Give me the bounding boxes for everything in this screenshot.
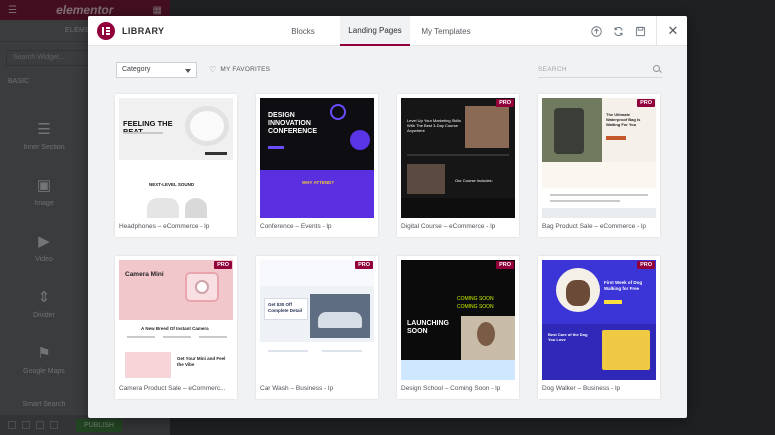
template-card-camera-sale[interactable]: PRO Camera Mini A New Breed Of Instant C… [115,256,237,399]
template-name: Conference – Events - lp [260,223,332,230]
thumb-heading-2: INNOVATION [268,120,311,127]
thumb-heading-1: DESIGN [268,112,295,119]
thumb-subheading: A New Breed Of Instant Camera [141,326,209,331]
thumb-heading: LAUNCHING SOON [407,320,449,335]
search-icon [653,65,660,72]
close-icon[interactable]: ✕ [667,23,679,38]
filter-toolbar: Category ♡ MY FAVORITES SEARCH [116,62,662,78]
library-brand: LIBRARY [97,21,165,40]
template-name: Camera Product Sale – eCommerc... [119,385,226,392]
pro-badge: PRO [637,99,655,107]
tab-blocks[interactable]: Blocks [280,16,326,46]
template-thumbnail: Level Up Your Marketing Skills With The … [401,98,515,218]
tab-landing-pages[interactable]: Landing Pages [340,16,410,46]
pro-badge: PRO [355,261,373,269]
pro-badge: PRO [214,261,232,269]
favorites-label: MY FAVORITES [220,66,271,73]
template-card-design-school[interactable]: PRO COMING SOON COMING SOON LAUNCHING SO… [397,256,519,399]
library-tabs: Blocks Landing Pages My Templates [280,16,476,46]
thumb-subheading: Our Course Includes: [455,178,493,183]
thumb-subheading: NEXT-LEVEL SOUND [149,182,195,187]
pro-badge: PRO [496,99,514,107]
thumb-subheading: Best Care of the Dog You Love [548,332,588,342]
template-card-conference[interactable]: DESIGN INNOVATION CONFERENCE WHY ATTEND?… [256,94,378,237]
chevron-down-icon [185,69,191,73]
template-thumbnail: DESIGN INNOVATION CONFERENCE WHY ATTEND? [260,98,374,218]
thumb-heading-3: CONFERENCE [268,128,318,135]
thumb-heading: Camera Mini [125,271,164,278]
my-favorites-filter[interactable]: ♡ MY FAVORITES [209,64,271,74]
modal-header: LIBRARY Blocks Landing Pages My Template… [88,16,687,46]
pro-badge: PRO [637,261,655,269]
thumb-marquee-2: COMING SOON [457,304,494,310]
screen: ☰ elementor ▦ ELEMENTS Search Widget... … [0,0,775,435]
template-search-input[interactable]: SEARCH [538,62,662,78]
heart-icon: ♡ [209,64,217,74]
library-modal: LIBRARY Blocks Landing Pages My Template… [88,16,687,418]
thumb-heading: Level Up Your Marketing Skills With The … [407,118,462,133]
template-name: Dog Walker – Business - lp [542,385,621,392]
template-card-bag-sale[interactable]: PRO The Ultimate Waterproof Bag Is Waiti… [538,94,660,237]
tab-my-templates[interactable]: My Templates [416,16,476,46]
header-divider [656,16,657,46]
template-name: Car Wash – Business - lp [260,385,334,392]
save-icon[interactable] [634,25,646,37]
thumb-marquee-1: COMING SOON [457,296,494,302]
template-card-digital-course[interactable]: PRO Level Up Your Marketing Skills With … [397,94,519,237]
template-thumbnail: COMING SOON COMING SOON LAUNCHING SOON [401,260,515,380]
template-thumbnail: The Ultimate Waterproof Bag Is Waiting F… [542,98,656,218]
header-actions: ✕ [590,16,679,46]
template-card-dog-walker[interactable]: PRO First Week of Dog Walking for Free B… [538,256,660,399]
template-card-headphones[interactable]: FEELING THE BEAT NEXT-LEVEL SOUND Headph… [115,94,237,237]
search-placeholder: SEARCH [538,66,567,73]
thumb-heading: First Week of Dog Walking for Free [604,280,643,291]
elementor-logo-icon [97,21,115,40]
thumb-heading: Get $30 Off Complete Detail [268,302,303,313]
sync-icon[interactable] [612,25,624,37]
library-title: LIBRARY [122,25,165,36]
template-thumbnail: FEELING THE BEAT NEXT-LEVEL SOUND [119,98,233,218]
template-thumbnail: First Week of Dog Walking for Free Best … [542,260,656,380]
pro-badge: PRO [496,261,514,269]
thumb-cta-text: Get Your Mini and Feel the Vibe [177,356,226,367]
thumb-heading: The Ultimate Waterproof Bag Is Waiting F… [606,112,641,127]
category-select[interactable]: Category [116,62,197,78]
upload-icon[interactable] [590,25,602,37]
template-name: Design School – Coming Soon - lp [401,385,501,392]
thumb-subheading: WHY ATTEND? [302,180,335,185]
template-card-car-wash[interactable]: PRO Get $30 Off Complete Detail Car Wash… [256,256,378,399]
category-select-value: Category [122,66,151,73]
template-thumbnail: Camera Mini A New Breed Of Instant Camer… [119,260,233,380]
template-thumbnail: Get $30 Off Complete Detail [260,260,374,380]
template-name: Digital Course – eCommerce - lp [401,223,496,230]
template-name: Bag Product Sale – eCommerce - lp [542,223,647,230]
template-name: Headphones – eCommerce - lp [119,223,210,230]
